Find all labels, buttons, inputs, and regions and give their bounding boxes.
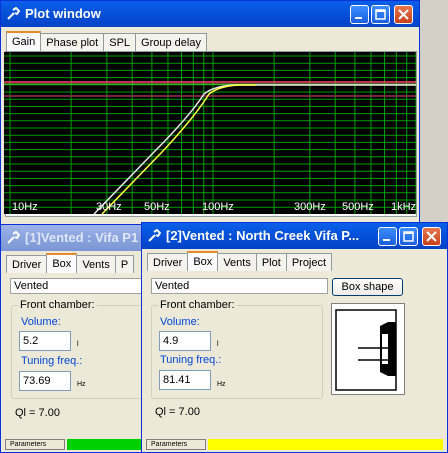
window-title: Plot window xyxy=(25,6,101,21)
box-shape-preview xyxy=(331,303,405,395)
status-bar: Parameters xyxy=(5,439,151,450)
volume-unit: l xyxy=(217,341,219,348)
volume-input[interactable]: 5.2 xyxy=(19,331,71,351)
status-indicator xyxy=(67,439,151,450)
tab-vents[interactable]: Vents xyxy=(76,255,116,273)
x-axis-tick-label: 100Hz xyxy=(202,201,234,213)
wrench-icon xyxy=(148,229,161,242)
status-parameters-label: Parameters xyxy=(5,439,65,450)
box-shape-button[interactable]: Box shape xyxy=(332,278,403,296)
window-2-titlebar[interactable]: [2]Vented : North Creek Vifa P... xyxy=(142,223,447,249)
window-1-titlebar[interactable]: [1]Vented : Vifa P1 xyxy=(1,225,149,251)
tuning-freq-unit: Hz xyxy=(217,381,226,388)
minimize-icon xyxy=(383,239,390,241)
box-type-select[interactable]: Vented xyxy=(10,278,151,294)
tab-driver[interactable]: Driver xyxy=(147,253,189,271)
tab-gain[interactable]: Gain xyxy=(6,31,42,51)
close-icon xyxy=(426,231,437,242)
plot-window: Plot window Gain Phase plot SPL Group de… xyxy=(0,0,420,232)
close-icon xyxy=(398,9,409,20)
x-axis-tick-label: 500Hz xyxy=(342,201,374,213)
window-1-tabs: Driver Box Vents P xyxy=(6,253,135,273)
volume-input[interactable]: 4.9 xyxy=(159,331,211,351)
plot-window-titlebar[interactable]: Plot window xyxy=(1,1,419,27)
box-shape-drawing xyxy=(335,309,397,391)
minimize-button[interactable] xyxy=(350,5,369,24)
tab-p[interactable]: P xyxy=(114,255,135,273)
x-axis-tick-label: 30Hz xyxy=(96,201,122,213)
volume-label: Volume: xyxy=(21,316,61,328)
window-1-title: [1]Vented : Vifa P1 xyxy=(25,230,139,245)
tab-spl[interactable]: SPL xyxy=(103,33,137,51)
x-axis-tick-label: 50Hz xyxy=(144,201,170,213)
box-window-1: [1]Vented : Vifa P1 Driver Box Vents P V… xyxy=(0,224,163,453)
status-bar: Parameters xyxy=(146,439,443,450)
tuning-freq-input[interactable]: 81.41 xyxy=(159,370,211,390)
maximize-icon xyxy=(403,231,414,242)
volume-label: Volume: xyxy=(160,316,200,328)
tab-driver[interactable]: Driver xyxy=(6,255,48,273)
plot-background xyxy=(4,52,416,214)
front-chamber-label: Front chamber: xyxy=(18,299,97,311)
minimize-icon xyxy=(355,17,362,19)
x-axis-tick-label: 300Hz xyxy=(294,201,326,213)
gain-plot[interactable]: 10Hz 30Hz 50Hz 100Hz 300Hz 500Hz 1kHz xyxy=(4,52,416,214)
maximize-icon xyxy=(375,9,386,20)
tab-phase-plot[interactable]: Phase plot xyxy=(40,33,105,51)
status-parameters-label: Parameters xyxy=(146,439,206,450)
ql-value: Ql = 7.00 xyxy=(155,406,200,418)
maximize-button[interactable] xyxy=(399,227,418,246)
minimize-button[interactable] xyxy=(378,227,397,246)
plot-tabs: Gain Phase plot SPL Group delay xyxy=(6,31,207,51)
box-type-select[interactable]: Vented xyxy=(151,278,328,294)
volume-unit: l xyxy=(77,341,79,348)
x-axis-tick-label: 1kHz xyxy=(391,201,416,213)
close-button[interactable] xyxy=(422,227,441,246)
tuning-freq-label: Tuning freq.: xyxy=(21,355,83,367)
window-2-tabs: Driver Box Vents Plot Project xyxy=(147,251,333,271)
close-button[interactable] xyxy=(394,5,413,24)
front-chamber-label: Front chamber: xyxy=(158,299,237,311)
wrench-icon xyxy=(7,231,20,244)
tab-box[interactable]: Box xyxy=(187,251,219,271)
window-2-title: [2]Vented : North Creek Vifa P... xyxy=(166,228,360,243)
wrench-icon xyxy=(7,7,20,20)
status-indicator xyxy=(208,439,443,450)
box-window-2: [2]Vented : North Creek Vifa P... Driver… xyxy=(141,222,448,453)
tab-project[interactable]: Project xyxy=(285,253,333,271)
ql-value: Ql = 7.00 xyxy=(15,407,60,419)
tuning-freq-label: Tuning freq.: xyxy=(160,354,222,366)
x-axis-tick-label: 10Hz xyxy=(12,201,38,213)
tab-vents[interactable]: Vents xyxy=(217,253,257,271)
tab-box[interactable]: Box xyxy=(46,253,78,273)
tab-plot[interactable]: Plot xyxy=(255,253,287,271)
tab-group-delay[interactable]: Group delay xyxy=(135,33,207,51)
tuning-freq-unit: Hz xyxy=(77,381,86,388)
plot-panel: 10Hz 30Hz 50Hz 100Hz 300Hz 500Hz 1kHz xyxy=(4,51,417,217)
tuning-freq-input[interactable]: 73.69 xyxy=(19,371,71,391)
maximize-button[interactable] xyxy=(371,5,390,24)
